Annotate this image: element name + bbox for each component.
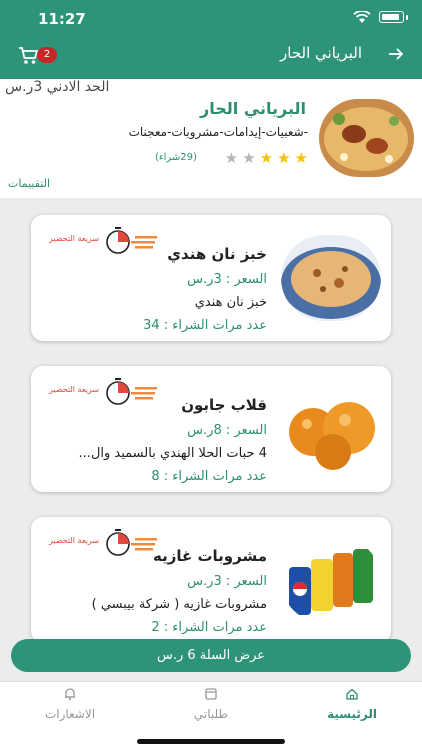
item-image: [281, 537, 381, 623]
star-filled-icon: ★: [277, 149, 291, 167]
item-description: 4 حبات الحلا الهندي بالسميد وال...: [78, 446, 267, 461]
home-icon: [346, 688, 358, 700]
wifi-icon: [353, 11, 371, 23]
status-icons: [353, 11, 408, 23]
item-description: خبز نان هندي: [194, 295, 267, 310]
tab-orders[interactable]: طلباتي: [161, 687, 261, 721]
cart-count-badge: 2: [37, 47, 57, 63]
item-description: مشروبات غازيه ( شركة بيبسي ): [91, 597, 267, 612]
item-name: قلاب جابون: [181, 396, 267, 414]
status-time: 11:27: [38, 10, 86, 28]
tab-notifications[interactable]: الاشعارات: [20, 687, 120, 721]
restaurant-image: [319, 99, 414, 177]
fast-prep-badge: سريعة التحضير: [49, 376, 161, 408]
top-bar: 11:27 2 البرياني الحار: [0, 0, 422, 79]
rating-stars: ★ ★ ★ ★ ★: [225, 150, 308, 166]
restaurant-card: الحد الادني 3ر.س البرياني الحار -شعبيات-…: [0, 79, 422, 198]
tab-home-label: الرئيسية: [327, 707, 377, 721]
item-price: السعر : 3ر.س: [187, 272, 267, 287]
rating-count: (29شراء): [155, 152, 197, 163]
item-name: خبز نان هندي: [167, 245, 267, 263]
item-price: السعر : 3ر.س: [187, 574, 267, 589]
battery-tip: [406, 14, 408, 20]
item-purchase-count: عدد مرات الشراء : 8: [151, 469, 267, 484]
orders-icon: [205, 688, 217, 700]
star-filled-icon: ★: [259, 149, 274, 167]
item-image: [281, 235, 381, 321]
item-purchase-count: عدد مرات الشراء : 2: [151, 620, 267, 635]
fast-prep-label: سريعة التحضير: [49, 234, 100, 243]
tab-home[interactable]: الرئيسية: [302, 687, 402, 721]
item-image: [281, 386, 381, 472]
tab-orders-label: طلباتي: [193, 707, 229, 721]
restaurant-name: البرياني الحار: [200, 99, 306, 118]
min-order-label: الحد الادني 3ر.س: [5, 79, 110, 95]
tab-notifications-label: الاشعارات: [44, 707, 96, 721]
menu-item-card[interactable]: سريعة التحضير قلاب جابون السعر : 8ر.س 4 …: [31, 366, 391, 492]
menu-item-card[interactable]: سريعة التحضير مشروبات غازيه السعر : 3ر.س…: [31, 517, 391, 643]
back-button[interactable]: [388, 42, 404, 66]
home-indicator: [137, 739, 285, 744]
restaurant-categories: -شعبيات-إيدامات-مشروبات-معجنات: [128, 125, 308, 139]
menu-item-card[interactable]: سريعة التحضير خبز نان هندي السعر : 3ر.س …: [31, 215, 391, 341]
fast-prep-badge: سريعة التحضير: [49, 225, 161, 257]
arrow-right-icon: [389, 48, 404, 60]
star-empty-icon: ★: [224, 149, 239, 167]
fast-prep-label: سريعة التحضير: [49, 385, 100, 394]
fast-prep-badge: سريعة التحضير: [49, 527, 161, 559]
ratings-link[interactable]: التقييمات: [8, 177, 50, 190]
battery-icon: [379, 11, 404, 23]
star-empty-icon: ★: [242, 149, 256, 167]
cart-button[interactable]: 2: [18, 46, 60, 66]
item-purchase-count: عدد مرات الشراء : 34: [143, 318, 267, 333]
bell-icon: [65, 688, 75, 701]
item-price: السعر : 8ر.س: [187, 423, 267, 438]
star-filled-icon: ★: [294, 149, 308, 167]
view-cart-button[interactable]: عرض السلة 6 ر.س: [11, 639, 411, 672]
page-title: البرياني الحار: [280, 44, 362, 62]
fast-prep-label: سريعة التحضير: [49, 536, 100, 545]
item-name: مشروبات غازيه: [152, 547, 267, 565]
